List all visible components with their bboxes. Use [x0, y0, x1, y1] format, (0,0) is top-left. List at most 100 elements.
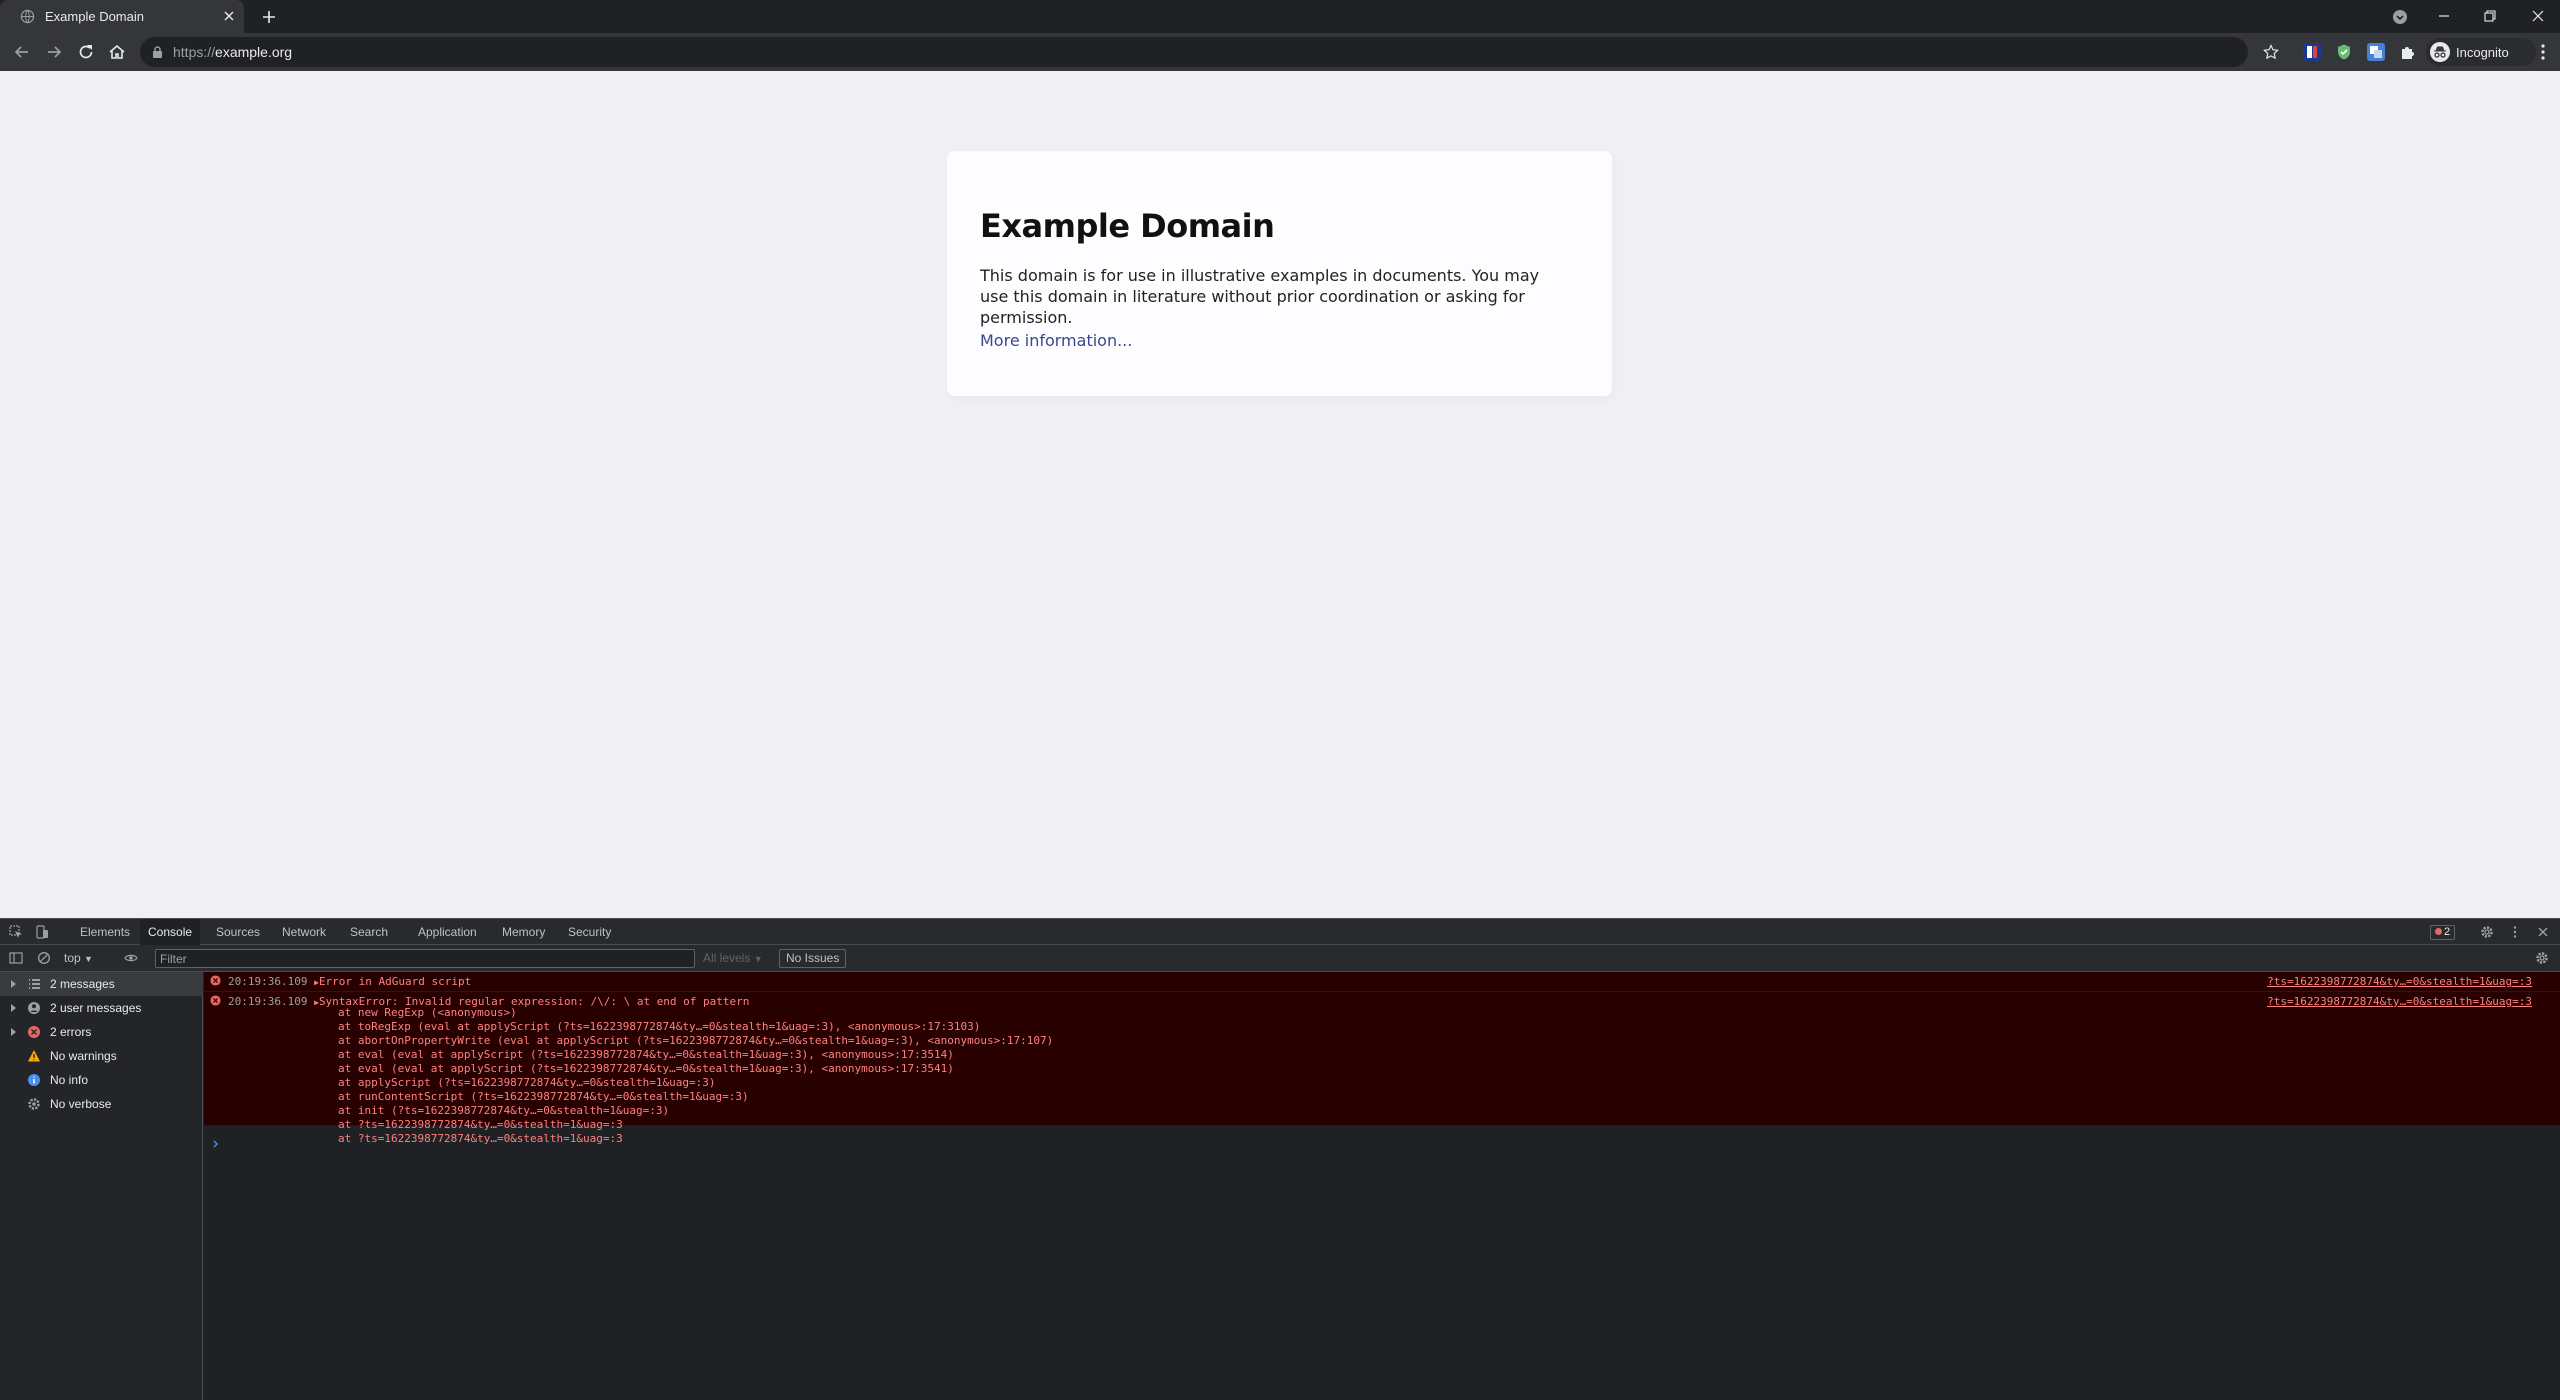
tab-search[interactable]: Search — [342, 919, 396, 945]
device-toolbar-icon[interactable] — [35, 925, 49, 939]
tab-network[interactable]: Network — [274, 919, 334, 945]
minimize-icon[interactable] — [2433, 5, 2455, 27]
clear-console-icon[interactable] — [37, 951, 51, 965]
tab-console[interactable]: Console — [140, 919, 201, 945]
sidebar-item-info[interactable]: No info — [0, 1068, 203, 1092]
issues-button[interactable]: No Issues — [779, 949, 847, 968]
console-sidebar: 2 messages 2 user messages 2 errors No w… — [0, 972, 203, 1400]
message-timestamp: 20:19:36.109 — [228, 975, 308, 988]
expand-arrow-icon[interactable] — [11, 980, 16, 988]
home-icon[interactable] — [106, 41, 128, 63]
error-icon — [210, 995, 221, 1006]
sidebar-item-label: No verbose — [50, 1097, 112, 1111]
sidebar-item-label: 2 messages — [50, 977, 115, 991]
console-output: 20:19:36.109 ▶Error in AdGuard script ?t… — [204, 972, 2560, 1400]
devtools-panel: Elements Console Sources Network Search Appli… — [0, 918, 2560, 1400]
browser-toolbar: https://example.org Incognito — [0, 33, 2560, 71]
dropdown-arrow-icon: ▼ — [753, 954, 763, 964]
error-count-badge[interactable]: 2 — [2430, 925, 2456, 940]
stack-frame: at applyScript (?ts=1622398772874&ty…=0&… — [338, 1076, 716, 1089]
console-message[interactable]: 20:19:36.109 ▶SyntaxError: Invalid regul… — [204, 992, 2560, 1145]
message-line: 20:19:36.109 ▶Error in AdGuard script — [228, 975, 471, 988]
tab-elements[interactable]: Elements — [72, 919, 138, 945]
translate-icon[interactable] — [2367, 43, 2385, 61]
sidebar-item-label: 2 errors — [50, 1025, 92, 1039]
stack-frame: at init (?ts=1622398772874&ty…=0&stealth… — [338, 1104, 670, 1117]
console-filter-input[interactable]: Filter — [155, 949, 695, 968]
more-menu-icon[interactable] — [2532, 41, 2554, 63]
extension-icon-1[interactable] — [2303, 43, 2321, 61]
context-label: top — [64, 951, 81, 965]
extensions-puzzle-icon[interactable] — [2399, 43, 2417, 61]
page-paragraph: This domain is for use in illustrative e… — [980, 266, 1540, 327]
console-settings-icon[interactable] — [2535, 951, 2549, 965]
reload-icon[interactable] — [75, 41, 97, 63]
lock-icon[interactable] — [151, 45, 164, 59]
message-source-link[interactable]: ?ts=1622398772874&ty…=0&stealth=1&uag=:3 — [2267, 975, 2532, 988]
browser-tab[interactable]: Example Domain — [0, 0, 244, 33]
tab-security[interactable]: Security — [560, 919, 619, 945]
tab-title: Example Domain — [45, 9, 144, 24]
message-source-link[interactable]: ?ts=1622398772874&ty…=0&stealth=1&uag=:3 — [2267, 995, 2532, 1008]
back-icon[interactable] — [11, 41, 33, 63]
close-tab-icon[interactable] — [222, 9, 236, 23]
log-levels-dropdown[interactable]: All levels ▼ — [703, 951, 763, 965]
page-heading: Example Domain — [980, 207, 1275, 245]
tab-sources[interactable]: Sources — [208, 919, 268, 945]
verbose-icon — [28, 1098, 40, 1110]
more-information-link[interactable]: More information... — [980, 331, 1132, 350]
stack-trace: at new RegExp (<anonymous>) at toRegExp (… — [338, 1006, 1053, 1146]
inspect-element-icon[interactable] — [9, 925, 23, 939]
content-card: Example Domain This domain is for use in… — [947, 151, 1612, 396]
console-message[interactable]: 20:19:36.109 ▶Error in AdGuard script ?t… — [204, 972, 2560, 992]
live-expression-eye-icon[interactable] — [124, 951, 138, 965]
log-levels-label: All levels — [703, 951, 751, 965]
restore-icon[interactable] — [2479, 5, 2501, 27]
warning-icon — [28, 1050, 40, 1062]
message-timestamp: 20:19:36.109 — [228, 995, 308, 1008]
sidebar-item-verbose[interactable]: No verbose — [0, 1092, 203, 1116]
expand-arrow-icon[interactable] — [11, 1004, 16, 1012]
web-page: Example Domain This domain is for use in… — [0, 71, 2560, 918]
sidebar-item-label: No info — [50, 1073, 89, 1087]
close-devtools-icon[interactable] — [2536, 925, 2550, 939]
sidebar-item-user-messages[interactable]: 2 user messages — [0, 996, 203, 1020]
error-icon — [210, 975, 221, 986]
incognito-profile-button[interactable]: Incognito — [2426, 38, 2536, 66]
sidebar-item-messages[interactable]: 2 messages — [0, 972, 203, 996]
sidebar-item-errors[interactable]: 2 errors — [0, 1020, 203, 1044]
tab-search-icon[interactable] — [2391, 8, 2409, 26]
console-toolbar: top ▼ Filter All levels ▼ No Issues — [0, 945, 2560, 972]
expand-arrow-icon[interactable] — [11, 1028, 16, 1036]
settings-gear-icon[interactable] — [2480, 925, 2494, 939]
console-prompt-icon[interactable] — [211, 1139, 221, 1149]
address-bar[interactable]: https://example.org — [140, 37, 2279, 67]
dropdown-arrow-icon: ▼ — [84, 954, 93, 964]
error-dot-icon — [2435, 928, 2442, 935]
stack-frame: at toRegExp (eval at applyScript (?ts=16… — [338, 1020, 981, 1033]
tab-memory[interactable]: Memory — [494, 919, 553, 945]
sidebar-item-label: No warnings — [50, 1049, 117, 1063]
sidebar-toggle-icon[interactable] — [9, 951, 23, 965]
stack-frame: at ?ts=1622398772874&ty…=0&stealth=1&uag… — [338, 1132, 623, 1145]
url-host: example.org — [215, 44, 293, 60]
sidebar-item-warnings[interactable]: No warnings — [0, 1044, 203, 1068]
context-selector[interactable]: top ▼ — [64, 951, 93, 965]
error-icon — [28, 1026, 40, 1038]
forward-icon[interactable] — [43, 41, 65, 63]
info-icon — [28, 1074, 40, 1086]
incognito-label: Incognito — [2456, 45, 2509, 60]
adguard-shield-icon[interactable] — [2335, 43, 2353, 61]
devtools-tab-bar: Elements Console Sources Network Search Appli… — [0, 918, 2560, 945]
incognito-icon — [2430, 42, 2450, 62]
stack-frame: at new RegExp (<anonymous>) — [338, 1006, 517, 1019]
bookmark-star-icon[interactable] — [2263, 44, 2279, 60]
stack-frame: at ?ts=1622398772874&ty…=0&stealth=1&uag… — [338, 1118, 623, 1131]
devtools-menu-icon[interactable] — [2508, 925, 2522, 939]
url-text: https://example.org — [173, 44, 292, 60]
error-count: 2 — [2444, 926, 2451, 938]
new-tab-icon[interactable] — [260, 8, 278, 26]
list-icon — [29, 979, 40, 989]
close-window-icon[interactable] — [2527, 5, 2549, 27]
tab-application[interactable]: Application — [410, 919, 485, 945]
